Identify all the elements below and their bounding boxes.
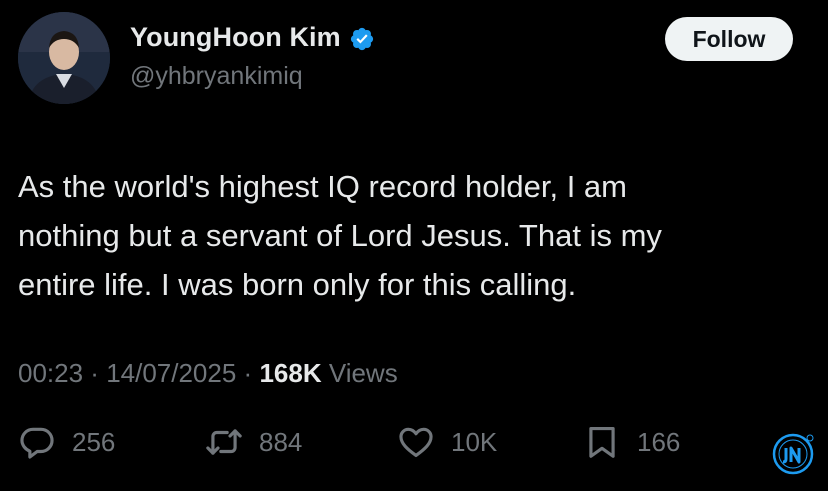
author-display-name[interactable]: YoungHoon Kim <box>130 22 341 53</box>
views-count[interactable]: 168K <box>259 358 321 389</box>
views-label: Views <box>321 358 398 388</box>
reply-button[interactable]: 256 <box>18 423 115 461</box>
reply-count: 256 <box>72 426 116 457</box>
watermark-logo-icon <box>772 433 814 475</box>
avatar[interactable] <box>18 12 110 104</box>
tweet-meta: 00:23 · 14/07/2025 · 168K Views <box>18 358 398 389</box>
author-handle[interactable]: @yhbryankimiq <box>130 62 303 91</box>
repost-button[interactable]: 884 <box>205 423 302 461</box>
bookmark-button[interactable]: 166 <box>583 423 680 461</box>
bookmark-count: 166 <box>637 426 681 457</box>
tweet-date[interactable]: 14/07/2025 <box>106 358 236 389</box>
author-name-row: YoungHoon Kim <box>130 22 375 53</box>
repost-count: 884 <box>259 426 303 457</box>
verified-badge-icon <box>350 27 373 50</box>
heart-icon <box>399 427 433 458</box>
meta-separator: · <box>236 358 260 388</box>
bookmark-icon <box>589 426 615 458</box>
like-count: 10K <box>451 426 498 457</box>
reply-icon <box>20 427 54 459</box>
follow-button[interactable]: Follow <box>665 17 793 61</box>
meta-separator: · <box>83 358 107 388</box>
repost-icon <box>206 429 242 455</box>
tweet-time[interactable]: 00:23 <box>18 358 83 389</box>
like-button[interactable]: 10K <box>397 423 497 461</box>
tweet-text: As the world's highest IQ record holder,… <box>18 169 662 302</box>
avatar-image <box>18 12 110 104</box>
action-bar: 256 884 10K 166 <box>0 423 828 469</box>
